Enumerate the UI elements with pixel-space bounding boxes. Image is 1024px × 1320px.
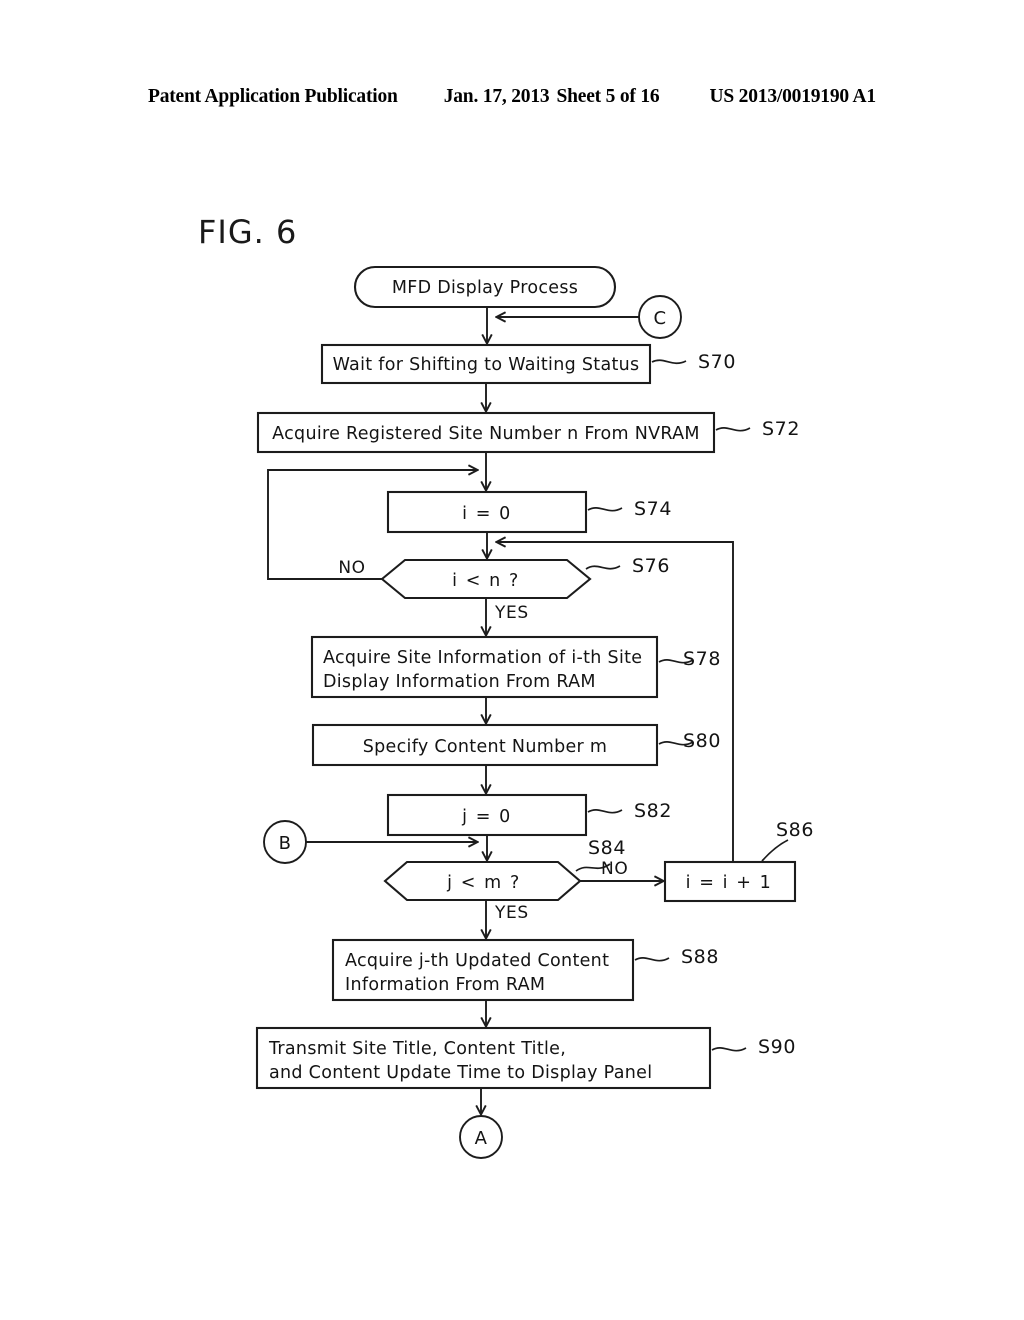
s70-step-id: S70: [698, 351, 736, 373]
node-start-terminator: MFD Display Process: [353, 265, 617, 309]
s84-label: j < m ?: [446, 873, 521, 893]
node-s74: i = 0 S74: [386, 490, 672, 534]
node-s80: Specify Content Number m S80: [311, 723, 721, 767]
s90-label-line1: Transmit Site Title, Content Title,: [268, 1039, 566, 1059]
s86-label: i = i + 1: [686, 873, 773, 893]
node-s70: Wait for Shifting to Waiting Status S70: [320, 343, 736, 385]
connector-a-label: A: [475, 1128, 488, 1149]
connector-c: C: [638, 295, 682, 339]
s82-step-id: S82: [634, 800, 672, 822]
s78-label-line1: Acquire Site Information of i-th Site: [323, 648, 642, 668]
node-s84: j < m ? S84: [383, 837, 626, 902]
s80-label: Specify Content Number m: [363, 737, 608, 757]
s78-label-line2: Display Information From RAM: [323, 672, 596, 692]
node-s72: Acquire Registered Site Number n From NV…: [256, 411, 800, 454]
s74-label: i = 0: [462, 504, 512, 524]
s76-no-label: NO: [338, 558, 365, 578]
connector-a: A: [459, 1115, 503, 1159]
s76-yes-label: YES: [494, 603, 529, 623]
patent-figure-page: Patent Application Publication Jan. 17, …: [0, 0, 1024, 1320]
s72-step-id: S72: [762, 418, 800, 440]
s82-label: j = 0: [461, 807, 512, 827]
s88-label-line2: Information From RAM: [345, 975, 545, 995]
node-s82: j = 0 S82: [386, 793, 672, 837]
start-terminator-label: MFD Display Process: [392, 278, 578, 298]
edge-s76-no-loop: [267, 470, 477, 580]
s90-label-line2: and Content Update Time to Display Panel: [269, 1063, 652, 1083]
s76-label: i < n ?: [452, 571, 520, 591]
s84-step-id: S84: [588, 837, 626, 859]
s84-no-label: NO: [601, 859, 628, 879]
connector-c-label: C: [653, 308, 666, 329]
s70-label: Wait for Shifting to Waiting Status: [333, 355, 640, 375]
flowchart-canvas: MFD Display Process C Wait for Shifting …: [255, 265, 814, 1159]
s80-step-id: S80: [683, 730, 721, 752]
s84-yes-label: YES: [494, 903, 529, 923]
s90-step-id: S90: [758, 1036, 796, 1058]
s74-step-id: S74: [634, 498, 672, 520]
node-s78: Acquire Site Information of i-th Site Di…: [310, 635, 721, 699]
s76-step-id: S76: [632, 555, 670, 577]
s88-label-line1: Acquire j-th Updated Content: [345, 951, 609, 971]
s88-step-id: S88: [681, 946, 719, 968]
connector-b: B: [263, 820, 307, 864]
s86-step-id: S86: [776, 819, 814, 841]
node-s90: Transmit Site Title, Content Title, and …: [255, 1026, 796, 1090]
s72-label: Acquire Registered Site Number n From NV…: [272, 424, 700, 444]
node-s86: i = i + 1 S86: [663, 819, 814, 903]
edge-s86-to-s76: [497, 542, 734, 862]
node-s76: i < n ? S76: [380, 555, 670, 600]
connector-b-label: B: [279, 833, 292, 854]
s78-step-id: S78: [683, 648, 721, 670]
node-s88: Acquire j-th Updated Content Information…: [331, 938, 719, 1002]
